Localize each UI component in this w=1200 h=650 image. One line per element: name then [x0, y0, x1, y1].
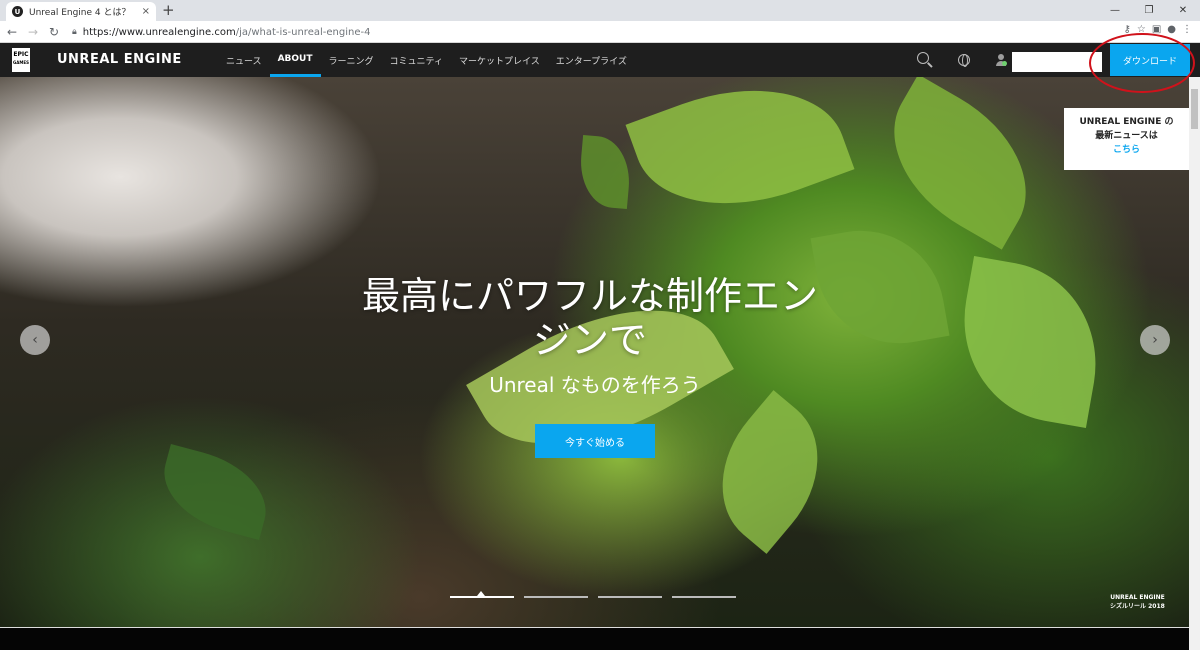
arrow-left-icon[interactable]: ←	[3, 25, 21, 39]
nav-item-learning[interactable]: ラーニング	[321, 43, 382, 77]
news-callout[interactable]: UNREAL ENGINE の 最新ニュースは こちら	[1064, 108, 1189, 170]
arrow-right-icon[interactable]: →	[24, 25, 42, 39]
scroll-thumb[interactable]	[1191, 89, 1198, 129]
leaf-decoration	[152, 443, 278, 541]
star-icon[interactable]: ☆	[1137, 24, 1146, 35]
carousel-dot[interactable]	[524, 596, 588, 598]
nav-item-about[interactable]: ABOUT	[269, 43, 321, 77]
leaf-decoration	[689, 390, 851, 554]
lock-icon: 🔒︎	[72, 27, 77, 37]
menu-icon[interactable]: ⋮	[1182, 24, 1192, 35]
get-started-button[interactable]: 今すぐ始める	[535, 424, 655, 458]
browser-tab[interactable]: U Unreal Engine 4 とは？ ×	[6, 2, 156, 21]
carousel-dot[interactable]	[672, 596, 736, 598]
nav-item-enterprise[interactable]: エンタープライズ	[548, 43, 635, 77]
profile-icon[interactable]: ●	[1167, 24, 1176, 35]
leaf-decoration	[948, 255, 1112, 429]
news-link[interactable]: こちら	[1064, 143, 1189, 157]
leaf-decoration	[863, 77, 1057, 250]
nav-item-marketplace[interactable]: マーケットプレイス	[451, 43, 548, 77]
carousel-next-icon[interactable]: ›	[1140, 325, 1170, 355]
tab-title: Unreal Engine 4 とは？	[29, 8, 131, 18]
scrollbar[interactable]	[1189, 77, 1200, 650]
close-tab-icon[interactable]: ×	[142, 6, 150, 17]
browser-tabstrip: U Unreal Engine 4 とは？ × + — ❐ ✕	[0, 0, 1200, 21]
next-section	[0, 627, 1189, 650]
unreal-engine-logo[interactable]: UNREAL ENGINE	[57, 52, 182, 67]
hero-carousel: 最高にパワフルな制作エン ジンで Unreal なものを作ろう 今すぐ始める ‹…	[0, 77, 1189, 627]
new-tab-icon[interactable]: +	[162, 2, 175, 19]
toolbar-actions: ⚷ ☆ ▣ ● ⋮	[1124, 24, 1192, 35]
download-button[interactable]: ダウンロード	[1110, 44, 1190, 76]
unreal-favicon-icon: U	[12, 6, 23, 17]
globe-icon[interactable]	[958, 54, 970, 67]
maximize-icon[interactable]: ❐	[1132, 0, 1166, 21]
reload-icon[interactable]: ↻	[45, 25, 63, 39]
status-dot	[1002, 61, 1007, 66]
url-host: https://www.unrealengine.com	[82, 26, 236, 38]
carousel-dot[interactable]	[450, 591, 514, 598]
sizzle-reel-label: UNREAL ENGINE シズルリール 2018	[1110, 594, 1165, 610]
epic-games-logo[interactable]: EPIC GAMES	[12, 48, 30, 72]
leaf-decoration	[577, 134, 633, 210]
address-bar[interactable]: 🔒︎ https://www.unrealengine.com /ja/what…	[72, 23, 1082, 41]
url-path: /ja/what-is-unreal-engine-4	[235, 26, 371, 38]
close-window-icon[interactable]: ✕	[1166, 0, 1200, 21]
hero-subtitle: Unreal なものを作ろう	[489, 373, 701, 397]
browser-toolbar: ← → ↻ 🔒︎ https://www.unrealengine.com /j…	[0, 21, 1200, 43]
hero-title: 最高にパワフルな制作エン ジンで	[361, 274, 818, 362]
carousel-indicators	[450, 591, 736, 598]
carousel-prev-icon[interactable]: ‹	[20, 325, 50, 355]
key-icon[interactable]: ⚷	[1124, 24, 1131, 35]
leaf-decoration	[625, 77, 855, 238]
nav-item-community[interactable]: コミュニティ	[382, 43, 451, 77]
window-controls: — ❐ ✕	[1098, 0, 1200, 21]
nav-item-news[interactable]: ニュース	[218, 43, 270, 77]
search-icon[interactable]	[917, 52, 929, 64]
extension-icon[interactable]: ▣	[1152, 24, 1161, 35]
carousel-dot[interactable]	[598, 596, 662, 598]
username-box[interactable]	[1012, 52, 1102, 72]
minimize-icon[interactable]: —	[1098, 0, 1132, 21]
main-menu: ニュース ABOUT ラーニング コミュニティ マーケットプレイス エンタープラ…	[218, 43, 635, 77]
